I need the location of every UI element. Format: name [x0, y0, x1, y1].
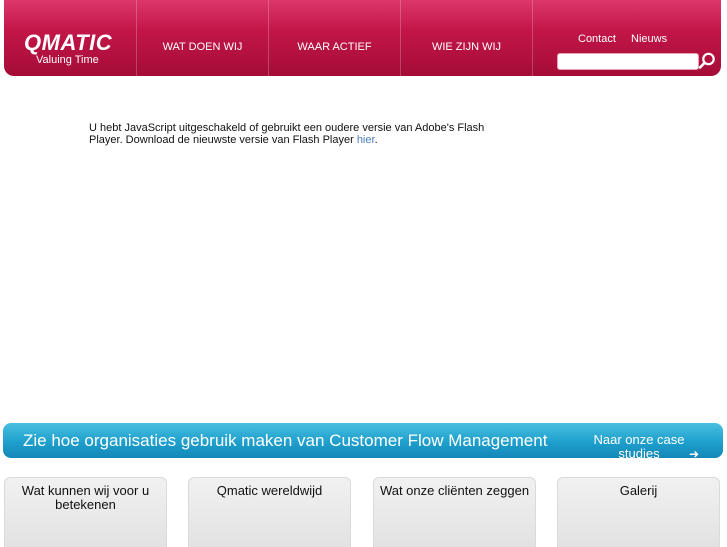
- logo-wordmark: QMATIC: [24, 30, 113, 55]
- banner-title: Zie hoe organisaties gebruik maken van C…: [23, 431, 548, 450]
- box-galerij[interactable]: Galerij: [557, 477, 720, 547]
- arrow-right-icon: ➜: [689, 447, 700, 458]
- box-qmatic-wereldwijd[interactable]: Qmatic wereldwijd: [188, 477, 351, 547]
- case-studies-link[interactable]: Naar onze case studies: [575, 433, 703, 459]
- nav-item-waar-actief[interactable]: WAAR ACTIEF: [268, 0, 400, 76]
- flash-download-link[interactable]: hier: [357, 134, 375, 146]
- news-link[interactable]: Nieuws: [631, 33, 667, 45]
- search-icon[interactable]: [697, 51, 717, 71]
- qmatic-logo[interactable]: QMATIC Valuing Time: [24, 30, 144, 67]
- nav-item-wie-zijn-wij[interactable]: WIE ZIJN WIJ: [400, 0, 533, 76]
- contact-link[interactable]: Contact: [578, 33, 616, 45]
- main-nav: WAT DOEN WIJ WAAR ACTIEF WIE ZIJN WIJ: [136, 0, 533, 76]
- site-header: QMATIC Valuing Time WAT DOEN WIJ WAAR AC…: [4, 0, 721, 76]
- flash-warning-message: U hebt JavaScript uitgeschakeld of gebru…: [89, 122, 499, 146]
- box-wat-kunnen-wij[interactable]: Wat kunnen wij voor u betekenen: [4, 477, 167, 547]
- flash-warning-end: .: [374, 134, 378, 146]
- logo-tagline: Valuing Time: [36, 54, 99, 66]
- flash-warning-text: U hebt JavaScript uitgeschakeld of gebru…: [89, 122, 485, 146]
- case-studies-banner[interactable]: Zie hoe organisaties gebruik maken van C…: [3, 423, 723, 458]
- search-input[interactable]: [557, 53, 699, 70]
- box-wat-onze-clienten-zeggen[interactable]: Wat onze cliënten zeggen: [373, 477, 536, 547]
- nav-item-wat-doen-wij[interactable]: WAT DOEN WIJ: [136, 0, 268, 76]
